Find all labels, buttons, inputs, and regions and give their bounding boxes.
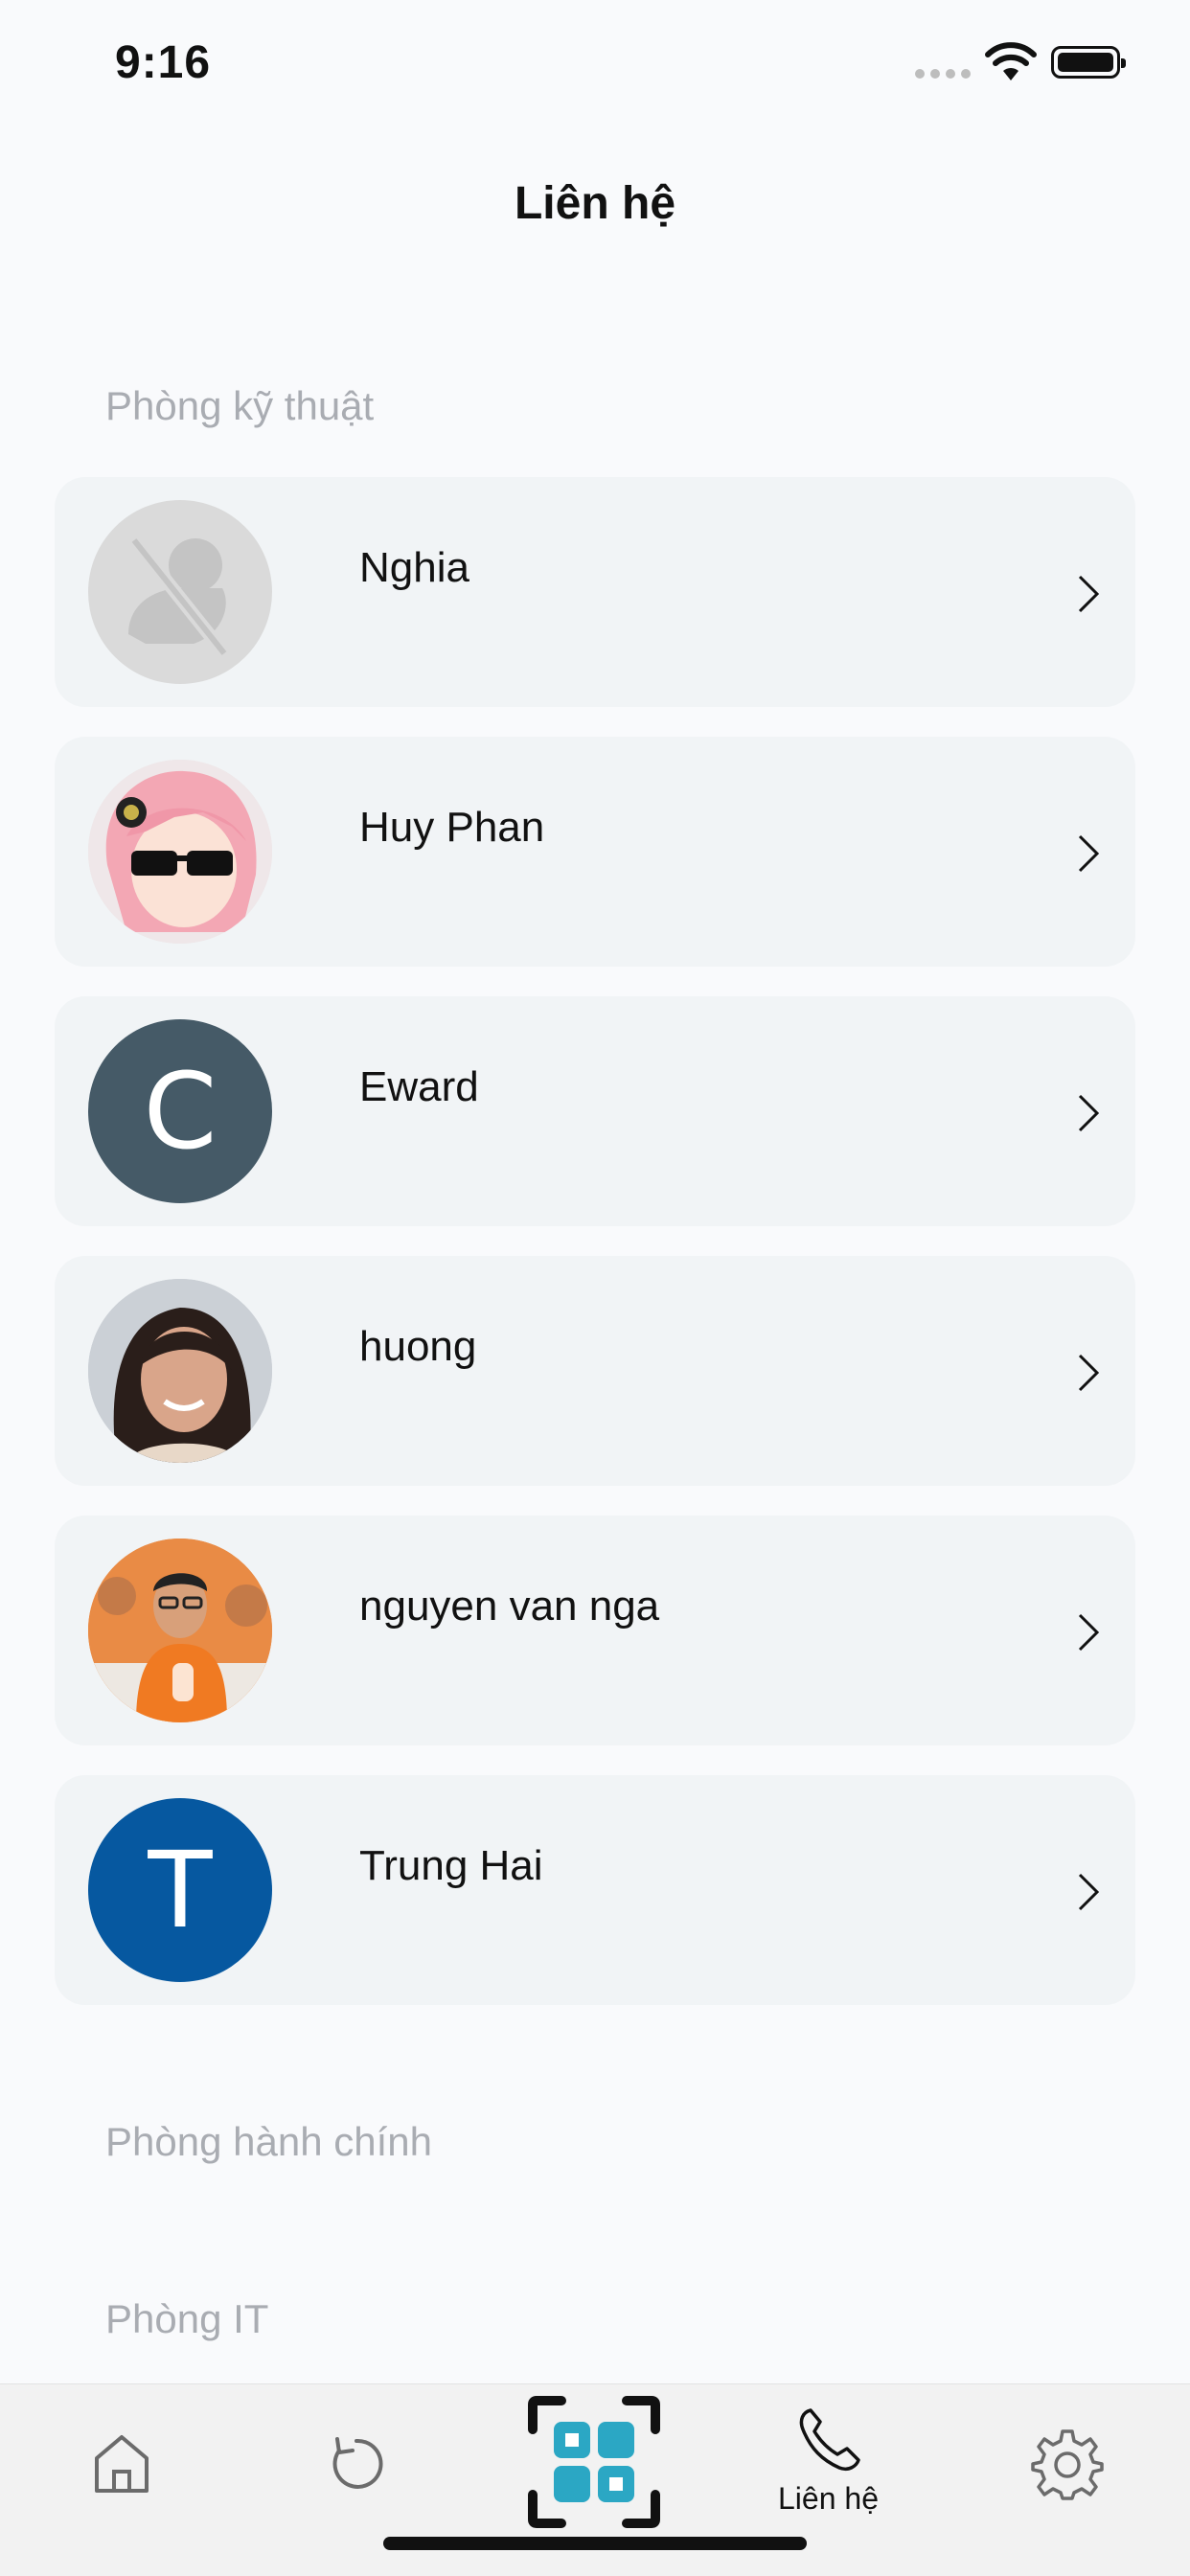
- battery-icon: [1051, 46, 1126, 79]
- signal-icon: [915, 69, 971, 79]
- avatar-photo: [88, 1539, 272, 1722]
- chevron-right-icon: [1078, 1354, 1100, 1392]
- refresh-icon[interactable]: [326, 2431, 387, 2496]
- avatar-initial-text: C: [143, 1050, 217, 1173]
- tab-label-contacts[interactable]: Liên hệ: [778, 2481, 879, 2517]
- wifi-icon: [985, 42, 1037, 80]
- section-label-admin[interactable]: Phòng hành chính: [105, 2119, 432, 2165]
- home-indicator: [383, 2537, 807, 2550]
- avatar-initial-text: T: [148, 1829, 213, 1951]
- contact-name: huong: [359, 1323, 477, 1370]
- qr-scan-icon[interactable]: [527, 2395, 661, 2529]
- avatar-initial: T: [88, 1798, 272, 1982]
- contact-list: Nghia Huy Phan C Eward huong nguyen van …: [55, 477, 1135, 2035]
- page-title: Liên hệ: [514, 178, 676, 229]
- home-icon[interactable]: [91, 2431, 152, 2496]
- avatar-photo: [88, 760, 272, 944]
- section-label-technical: Phòng kỹ thuật: [105, 383, 375, 428]
- default-avatar-icon: [88, 500, 272, 684]
- chevron-right-icon: [1078, 1873, 1100, 1911]
- contact-name: Nghia: [359, 544, 469, 591]
- contact-name: Huy Phan: [359, 804, 545, 851]
- contact-name: Eward: [359, 1063, 479, 1110]
- phone-icon[interactable]: [795, 2405, 864, 2473]
- contact-row-huong[interactable]: huong: [55, 1256, 1135, 1486]
- section-label-it[interactable]: Phòng IT: [105, 2296, 268, 2342]
- contact-row-eward[interactable]: C Eward: [55, 996, 1135, 1226]
- contact-name: nguyen van nga: [359, 1583, 660, 1630]
- avatar-photo: [88, 1279, 272, 1463]
- chevron-right-icon: [1078, 575, 1100, 613]
- contact-row-nghia[interactable]: Nghia: [55, 477, 1135, 707]
- chevron-right-icon: [1078, 1094, 1100, 1132]
- contact-row-huy-phan[interactable]: Huy Phan: [55, 737, 1135, 967]
- contact-row-nguyen-van-nga[interactable]: nguyen van nga: [55, 1516, 1135, 1745]
- status-bar: 9:16: [0, 0, 1190, 134]
- status-time: 9:16: [115, 37, 212, 88]
- avatar-initial: C: [88, 1019, 272, 1203]
- chevron-right-icon: [1078, 834, 1100, 873]
- chevron-right-icon: [1078, 1613, 1100, 1652]
- contact-row-trung-hai[interactable]: T Trung Hai: [55, 1775, 1135, 2005]
- contact-name: Trung Hai: [359, 1842, 543, 1889]
- settings-icon[interactable]: [1031, 2428, 1104, 2500]
